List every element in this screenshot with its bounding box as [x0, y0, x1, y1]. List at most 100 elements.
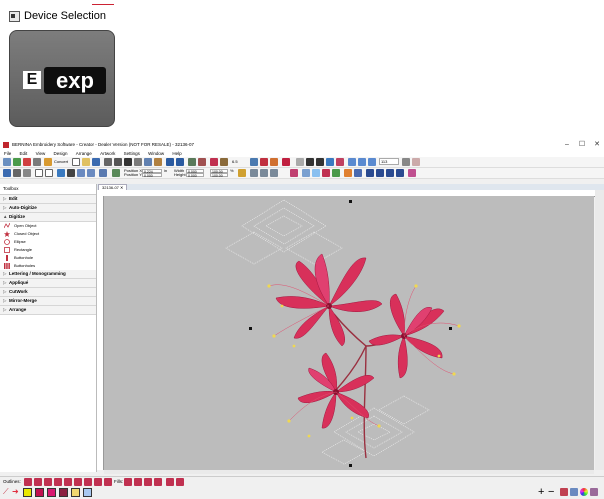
horizontal-scrollbar[interactable]: [104, 470, 594, 474]
single-outline-icon[interactable]: [24, 478, 32, 486]
fill-icon[interactable]: [366, 169, 374, 177]
reshape-icon[interactable]: [23, 169, 31, 177]
toolbox-section-digitize[interactable]: ▲ Digitize: [0, 213, 96, 222]
menu-view[interactable]: View: [36, 151, 46, 156]
palette-options-icon[interactable]: [590, 488, 598, 496]
palette-swatch-6[interactable]: [83, 488, 92, 497]
stitch-value[interactable]: 6.5: [232, 160, 238, 164]
color-arrow-icon[interactable]: ➜: [12, 487, 19, 496]
lock-icon[interactable]: [270, 169, 278, 177]
maximize-button[interactable]: ☐: [575, 140, 589, 150]
stitch-icon[interactable]: [13, 158, 21, 166]
reference-icon[interactable]: [270, 158, 278, 166]
copy-icon[interactable]: [144, 158, 152, 166]
height-input[interactable]: 0.000: [186, 173, 204, 178]
sculpture-fill-icon[interactable]: [176, 478, 184, 486]
menu-window[interactable]: Window: [148, 151, 164, 156]
menu-arrange[interactable]: Arrange: [76, 151, 92, 156]
hoop-icon[interactable]: [3, 158, 11, 166]
show-stitches-icon[interactable]: [210, 158, 218, 166]
color-icon[interactable]: [23, 158, 31, 166]
save-icon[interactable]: [92, 158, 100, 166]
cut-icon[interactable]: [134, 158, 142, 166]
zoom-box-icon[interactable]: [368, 158, 376, 166]
star-tool-icon[interactable]: [344, 169, 352, 177]
open-folder-icon[interactable]: [82, 158, 90, 166]
concert-icon[interactable]: [44, 158, 52, 166]
stitch-player-icon[interactable]: [198, 158, 206, 166]
design-canvas[interactable]: [104, 196, 594, 470]
stipple-icon[interactable]: [322, 169, 330, 177]
slow-redraw-icon[interactable]: [188, 158, 196, 166]
select-object-icon[interactable]: [3, 169, 11, 177]
contour-icon[interactable]: [376, 169, 384, 177]
overview-icon[interactable]: [354, 169, 362, 177]
satin-fill-icon[interactable]: [124, 478, 132, 486]
paste-icon[interactable]: [154, 158, 162, 166]
select-color-icon[interactable]: [326, 158, 334, 166]
palette-swatch-2[interactable]: [35, 488, 44, 497]
rotate-icon[interactable]: [99, 169, 107, 177]
tool-ellipse[interactable]: Ellipse: [0, 238, 96, 246]
ungroup-icon[interactable]: [260, 169, 268, 177]
show-fabric-icon[interactable]: [220, 158, 228, 166]
toolbox-section-arrange[interactable]: ▷ Arrange: [0, 306, 96, 315]
minimize-button[interactable]: –: [560, 140, 574, 150]
pattern-icon[interactable]: [386, 169, 394, 177]
effects-icon[interactable]: [408, 169, 416, 177]
remove-color-icon[interactable]: −: [548, 486, 554, 498]
toolbox-section-mirror-merge[interactable]: ▷ Mirror-Merge: [0, 297, 96, 306]
palette-swatch-5[interactable]: [71, 488, 80, 497]
tool-buttonhole[interactable]: Buttonhole: [0, 254, 96, 262]
group-icon[interactable]: [250, 169, 258, 177]
link-icon[interactable]: [87, 169, 95, 177]
tool-open-object[interactable]: Open Object: [0, 222, 96, 230]
print-icon[interactable]: [104, 158, 112, 166]
new-file-icon[interactable]: [72, 158, 80, 166]
candlewicking-icon[interactable]: [84, 478, 92, 486]
pattern-outline-icon[interactable]: [94, 478, 102, 486]
tool-closed-object[interactable]: Closed Object: [0, 230, 96, 238]
bead-outline-icon[interactable]: [64, 478, 72, 486]
motif-outline-icon[interactable]: [74, 478, 82, 486]
color-bars-icon[interactable]: [560, 488, 568, 496]
zoom-out-icon[interactable]: [358, 158, 366, 166]
undo-icon[interactable]: [166, 158, 174, 166]
toolbox-section-applique[interactable]: ▷ Appliqué: [0, 279, 96, 288]
pan-icon[interactable]: [296, 158, 304, 166]
cross-stitch-icon[interactable]: [154, 478, 162, 486]
zoom-in-icon[interactable]: [348, 158, 356, 166]
blackwork-icon[interactable]: [396, 169, 404, 177]
zoom-dropdown-icon[interactable]: [402, 158, 410, 166]
menu-design[interactable]: Design: [54, 151, 68, 156]
menu-help[interactable]: Help: [172, 151, 181, 156]
portfolio-icon[interactable]: [33, 158, 41, 166]
add-color-icon[interactable]: +: [538, 486, 544, 498]
color-wheel-palette-icon[interactable]: [580, 488, 588, 496]
hoop-show-icon[interactable]: [260, 158, 268, 166]
height-percent-input[interactable]: 100.00: [210, 173, 228, 178]
toolbox-section-edit[interactable]: ▷ Edit: [0, 195, 96, 204]
menu-artwork[interactable]: Artwork: [100, 151, 115, 156]
blanket-outline-icon[interactable]: [54, 478, 62, 486]
bounding-box-icon[interactable]: [35, 169, 43, 177]
redo-icon[interactable]: [176, 158, 184, 166]
tool-buttonholes[interactable]: Buttonholes: [0, 262, 96, 270]
fancy-fill-icon[interactable]: [144, 478, 152, 486]
menu-file[interactable]: File: [4, 151, 11, 156]
play-icon[interactable]: [67, 169, 75, 177]
selection-handles[interactable]: [249, 200, 452, 467]
pick-color-icon[interactable]: ⟋: [3, 487, 9, 497]
palette-swatch-1[interactable]: [23, 488, 32, 497]
polygon-select-icon[interactable]: [13, 169, 21, 177]
lock-proportions-icon[interactable]: [238, 169, 246, 177]
stipple-fill-icon[interactable]: [166, 478, 174, 486]
toolbox-section-cutwork[interactable]: ▷ CutWork: [0, 288, 96, 297]
lasso-icon[interactable]: [77, 169, 85, 177]
toolbox-section-lettering[interactable]: ▷ Lettering / Monogramming: [0, 270, 96, 279]
toolbox-section-auto-digitize[interactable]: ▷ Auto-Digitize: [0, 204, 96, 213]
menu-edit[interactable]: Edit: [20, 151, 28, 156]
grid-icon[interactable]: [250, 158, 258, 166]
ripple-outline-icon[interactable]: [104, 478, 112, 486]
next-icon[interactable]: [316, 158, 324, 166]
